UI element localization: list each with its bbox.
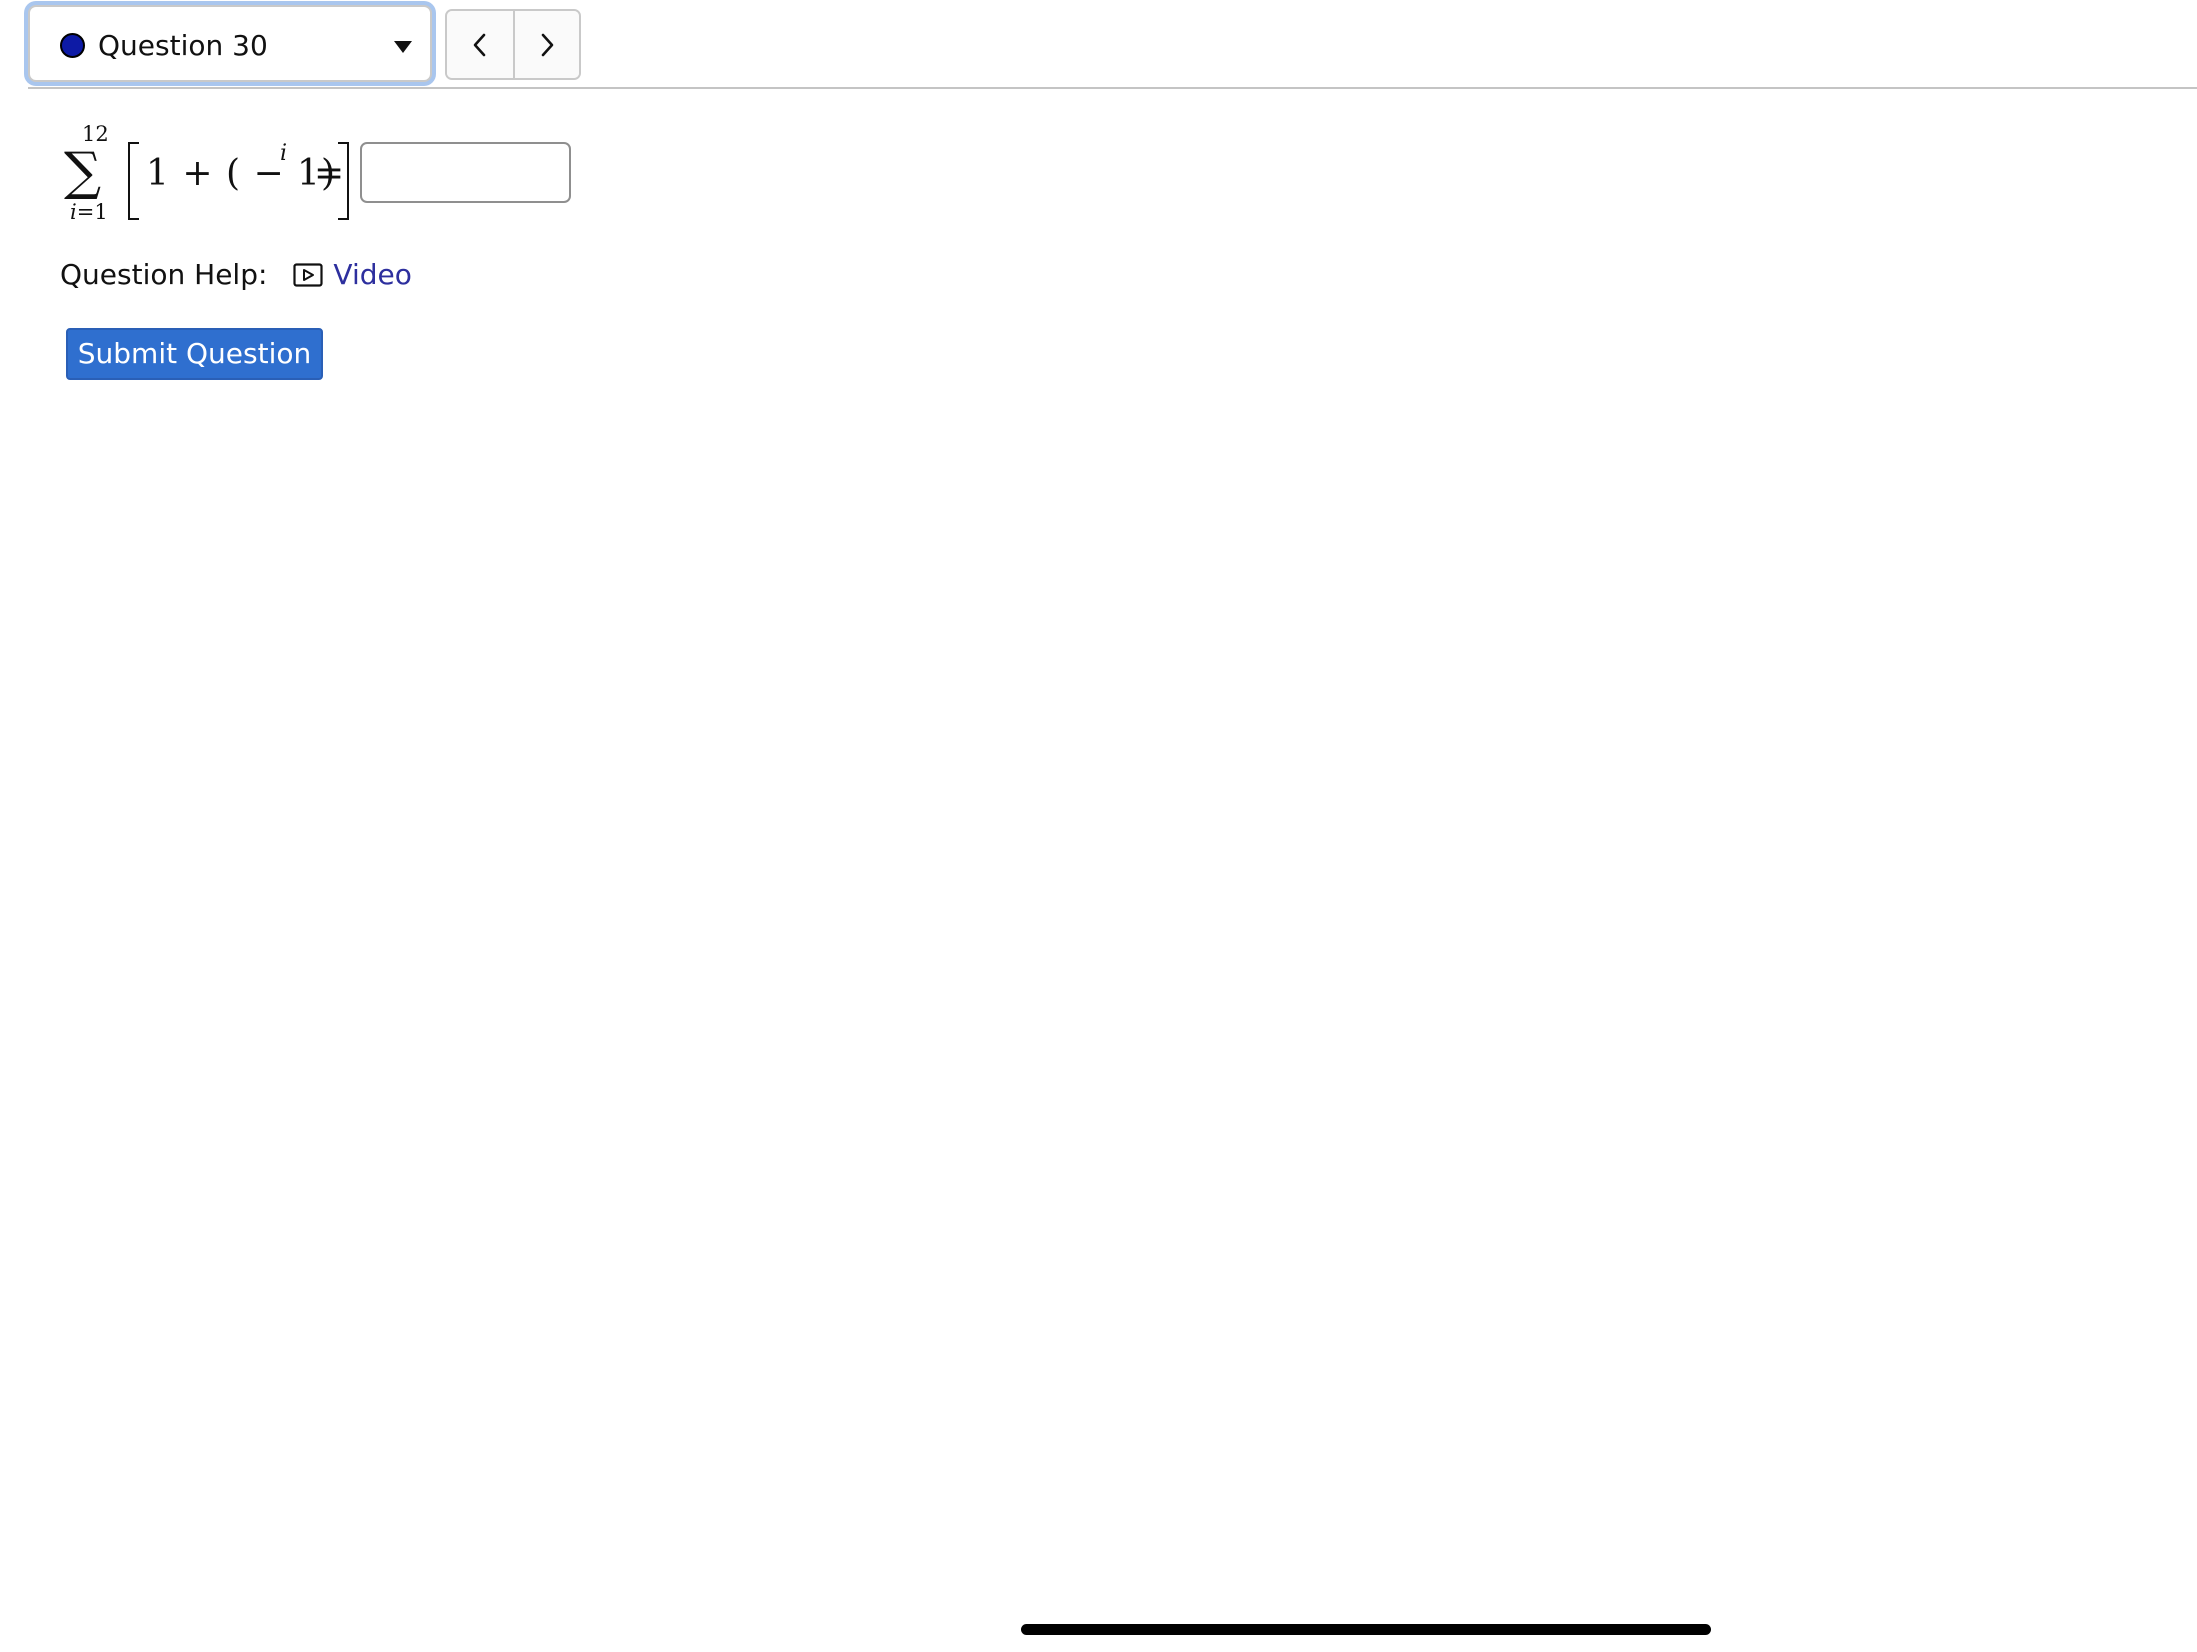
chevron-right-icon — [541, 33, 554, 56]
previous-question-button[interactable] — [447, 11, 513, 78]
caret-down-icon — [394, 41, 412, 53]
video-play-icon — [293, 263, 324, 287]
question-select-dropdown[interactable]: Question 30 — [28, 5, 432, 82]
sum-lower-limit: i=1 — [70, 200, 108, 224]
sum-lower-value: =1 — [76, 200, 108, 224]
question-select-label: Question 30 — [98, 29, 268, 62]
home-indicator-bar[interactable] — [1021, 1624, 1711, 1635]
question-status-dot — [60, 33, 85, 58]
answer-input[interactable] — [360, 142, 571, 203]
header-divider — [28, 87, 2197, 89]
next-question-button[interactable] — [513, 11, 579, 78]
expression-exponent: i — [280, 141, 288, 166]
video-help-link[interactable]: Video — [293, 258, 412, 291]
question-help-row: Question Help: Video — [60, 258, 412, 292]
left-bracket — [128, 142, 139, 220]
sum-index-variable: i — [70, 200, 77, 224]
sum-expression: 1 + ( − 1) — [146, 153, 336, 194]
equals-sign: = — [314, 153, 345, 194]
sum-symbol: ∑ — [64, 142, 102, 202]
question-page: Question 30 12 ∑ i=1 1 + ( − 1) i = Ques… — [0, 0, 2197, 1652]
question-nav-group — [445, 9, 581, 80]
video-link-label: Video — [333, 258, 412, 291]
question-help-label: Question Help: — [60, 258, 268, 291]
submit-question-button[interactable]: Submit Question — [66, 328, 323, 380]
chevron-left-icon — [473, 33, 486, 56]
